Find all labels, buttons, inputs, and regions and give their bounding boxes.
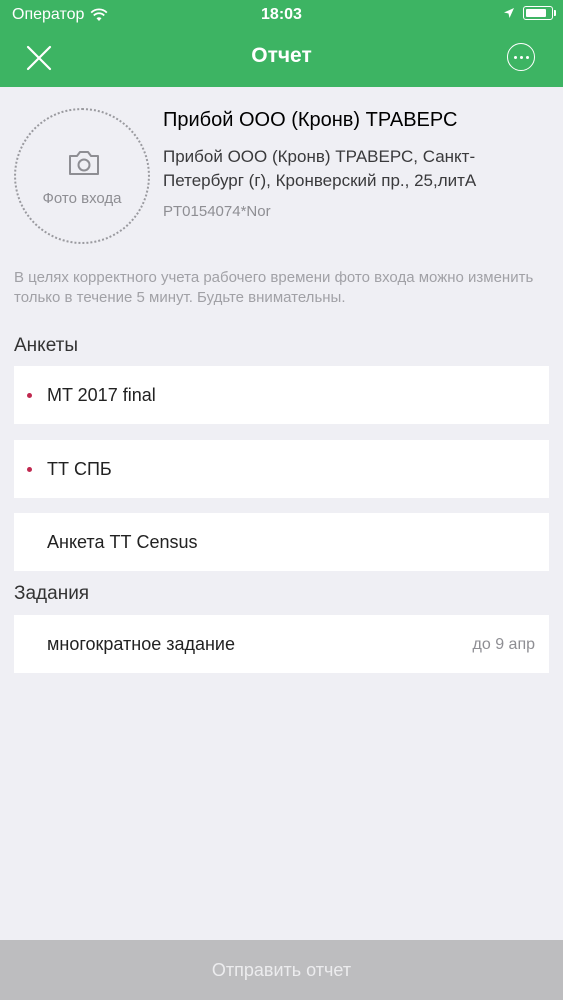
survey-item[interactable]: ТТ СПБ [14, 440, 549, 498]
survey-label: ТТ СПБ [47, 459, 112, 479]
clock: 18:03 [261, 6, 302, 23]
task-label: многократное задание [47, 634, 235, 654]
required-dot [27, 467, 32, 472]
outlet-name: Прибой ООО (Кронв) ТРАВЕРС [163, 109, 458, 131]
status-right [503, 6, 556, 20]
survey-label: Анкета ТТ Census [47, 532, 198, 552]
task-item[interactable]: многократное задание до 9 апр [14, 615, 549, 673]
battery-icon [523, 6, 556, 20]
photo-label: Фото входа [42, 190, 122, 207]
tasks-section-title: Задания [14, 583, 90, 604]
task-due-date: до 9 апр [472, 636, 535, 653]
page-title: Отчет [251, 44, 312, 67]
status-bar: Оператор 18:03 [0, 0, 563, 30]
outlet-address: Прибой ООО (Кронв) ТРАВЕРС, Санкт-Петерб… [163, 147, 477, 190]
navigation-bar: Отчет [0, 30, 563, 87]
required-dot [27, 393, 32, 398]
surveys-section-title: Анкеты [14, 335, 78, 356]
survey-item[interactable]: MT 2017 final [14, 366, 549, 424]
header: Оператор 18:03 Отчет [0, 0, 563, 87]
survey-label: MT 2017 final [47, 385, 156, 405]
entrance-photo-button[interactable]: Фото входа [14, 108, 150, 244]
location-arrow-icon [504, 8, 514, 18]
submit-report-button[interactable]: Отправить отчет [0, 940, 563, 1000]
battery-fill [526, 9, 546, 17]
camera-icon [69, 151, 99, 175]
survey-item[interactable]: Анкета ТТ Census [14, 513, 549, 571]
more-icon[interactable] [507, 43, 535, 71]
outlet-code: PT0154074*Nor [163, 203, 271, 220]
report-screen: Оператор 18:03 Отчет Фото входа Прибой О… [0, 0, 563, 1000]
photo-warning: В целях корректного учета рабочего време… [14, 269, 534, 306]
